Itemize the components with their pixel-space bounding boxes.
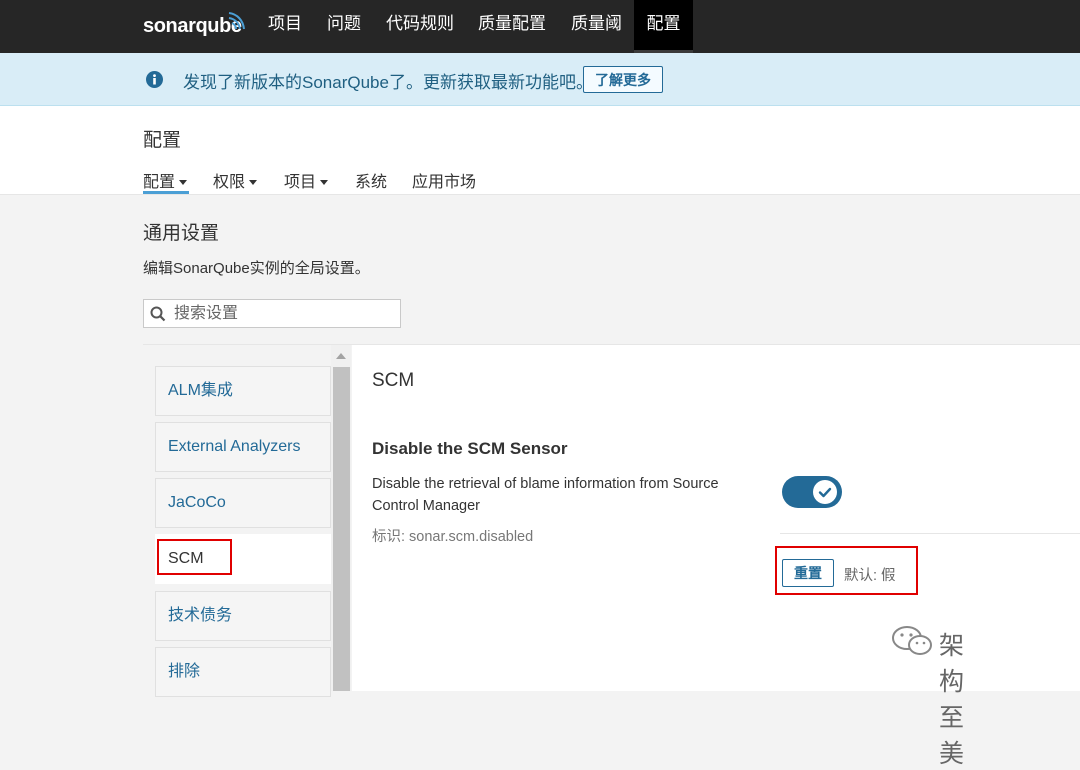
search-icon	[150, 306, 166, 322]
scm-highlight-box	[157, 539, 232, 575]
page-title: 配置	[143, 130, 182, 151]
caret-down-icon	[320, 180, 329, 186]
sidebar-scrollbar-thumb[interactable]	[333, 367, 350, 691]
section-description: 编辑SonarQube实例的全局设置。	[143, 260, 370, 277]
page-header: 配置 配置 权限 项目 系统 应用市场	[0, 106, 1080, 195]
sidebar-item-external-analyzers[interactable]: External Analyzers	[155, 422, 331, 472]
watermark: 架构至美	[891, 624, 964, 768]
tab-system[interactable]: 系统	[355, 168, 387, 192]
nav-item-rules[interactable]: 代码规则	[386, 0, 454, 53]
tab-label: 项目	[284, 174, 317, 191]
sidebar-item-alm[interactable]: ALM集成	[155, 366, 331, 416]
setting-description: Disable the retrieval of blame informati…	[372, 476, 719, 514]
tab-marketplace[interactable]: 应用市场	[412, 168, 476, 192]
sidebar-item-jacoco[interactable]: JaCoCo	[155, 478, 331, 528]
sidebar-item-technical-debt[interactable]: 技术债务	[155, 591, 331, 641]
scroll-up-arrow-icon[interactable]	[336, 353, 346, 359]
setting-key: 标识: sonar.scm.disabled	[372, 529, 534, 545]
top-navigation-bar: sonarqube 项目 问题 代码规则 质量配置 质量阈 配置	[0, 0, 1080, 53]
watermark-text: 架构至美	[939, 631, 966, 768]
caret-down-icon	[179, 180, 188, 186]
nav-item-projects[interactable]: 项目	[268, 0, 302, 53]
wechat-icon	[892, 626, 932, 655]
nav-item-administration[interactable]: 配置	[634, 0, 693, 53]
settings-search-box	[143, 299, 401, 328]
tab-security[interactable]: 权限	[213, 168, 258, 192]
tab-label: 配置	[143, 174, 176, 191]
category-sidebar: ALM集成 External Analyzers JaCoCo SCM 技术债务…	[143, 344, 352, 697]
setting-title: Disable the SCM Sensor	[372, 439, 568, 458]
nav-item-quality-profiles[interactable]: 质量配置	[478, 0, 546, 53]
scm-disable-toggle[interactable]	[782, 476, 842, 508]
toggle-knob	[813, 480, 837, 504]
logo-waves-icon	[228, 12, 245, 30]
section-title: 通用设置	[143, 223, 220, 244]
nav-item-quality-gates[interactable]: 质量阈	[571, 0, 622, 53]
nav-item-issues[interactable]: 问题	[327, 0, 361, 53]
active-tab-underline	[143, 191, 189, 194]
update-banner: 发现了新版本的SonarQube了。更新获取最新功能吧。 了解更多	[0, 53, 1080, 106]
category-title: SCM	[372, 370, 415, 391]
learn-more-button[interactable]: 了解更多	[583, 66, 663, 93]
tab-label: 权限	[213, 174, 246, 191]
caret-down-icon	[249, 180, 258, 186]
reset-highlight-box	[775, 546, 918, 595]
tab-configuration[interactable]: 配置	[143, 168, 188, 192]
settings-panel: SCM Disable the SCM Sensor Disable the r…	[352, 344, 1080, 691]
check-icon	[818, 487, 832, 498]
search-input[interactable]	[174, 302, 394, 326]
info-icon	[146, 71, 163, 88]
tab-projects[interactable]: 项目	[284, 168, 329, 192]
setting-divider	[780, 533, 1080, 534]
banner-message: 发现了新版本的SonarQube了。更新获取最新功能吧。	[183, 73, 593, 92]
